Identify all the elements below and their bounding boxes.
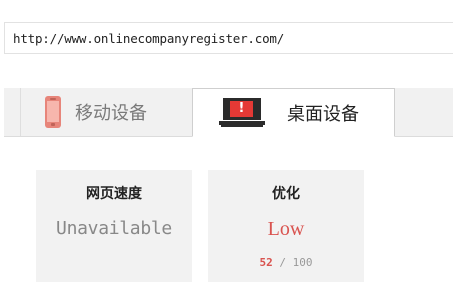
url-text: http://www.onlinecompanyregister.com/ xyxy=(13,30,285,46)
tab-desktop[interactable]: ! 桌面设备 xyxy=(192,88,395,137)
optimization-score: 52 / 100 xyxy=(208,256,364,269)
optimization-card: 优化 Low 52 / 100 xyxy=(208,170,364,282)
laptop-alert-icon: ! xyxy=(219,97,265,128)
page-speed-value: Unavailable xyxy=(56,218,172,239)
page-speed-card: 网页速度 Unavailable xyxy=(36,170,192,282)
optimization-value: Low xyxy=(267,218,305,240)
mobile-phone-icon xyxy=(45,96,61,128)
optimization-score-value: 52 xyxy=(259,256,273,269)
alert-icon: ! xyxy=(230,100,253,117)
page-speed-title: 网页速度 xyxy=(86,186,142,202)
device-tab-strip: 移动设备 ! 桌面设备 xyxy=(4,88,453,137)
score-separator: / xyxy=(279,256,286,269)
tab-mobile-label: 移动设备 xyxy=(75,103,147,124)
tab-mobile[interactable]: 移动设备 xyxy=(20,88,192,136)
url-input[interactable]: http://www.onlinecompanyregister.com/ xyxy=(4,22,453,54)
score-max: 100 xyxy=(292,256,313,269)
tab-desktop-label: 桌面设备 xyxy=(287,103,359,125)
optimization-title: 优化 xyxy=(272,186,300,202)
